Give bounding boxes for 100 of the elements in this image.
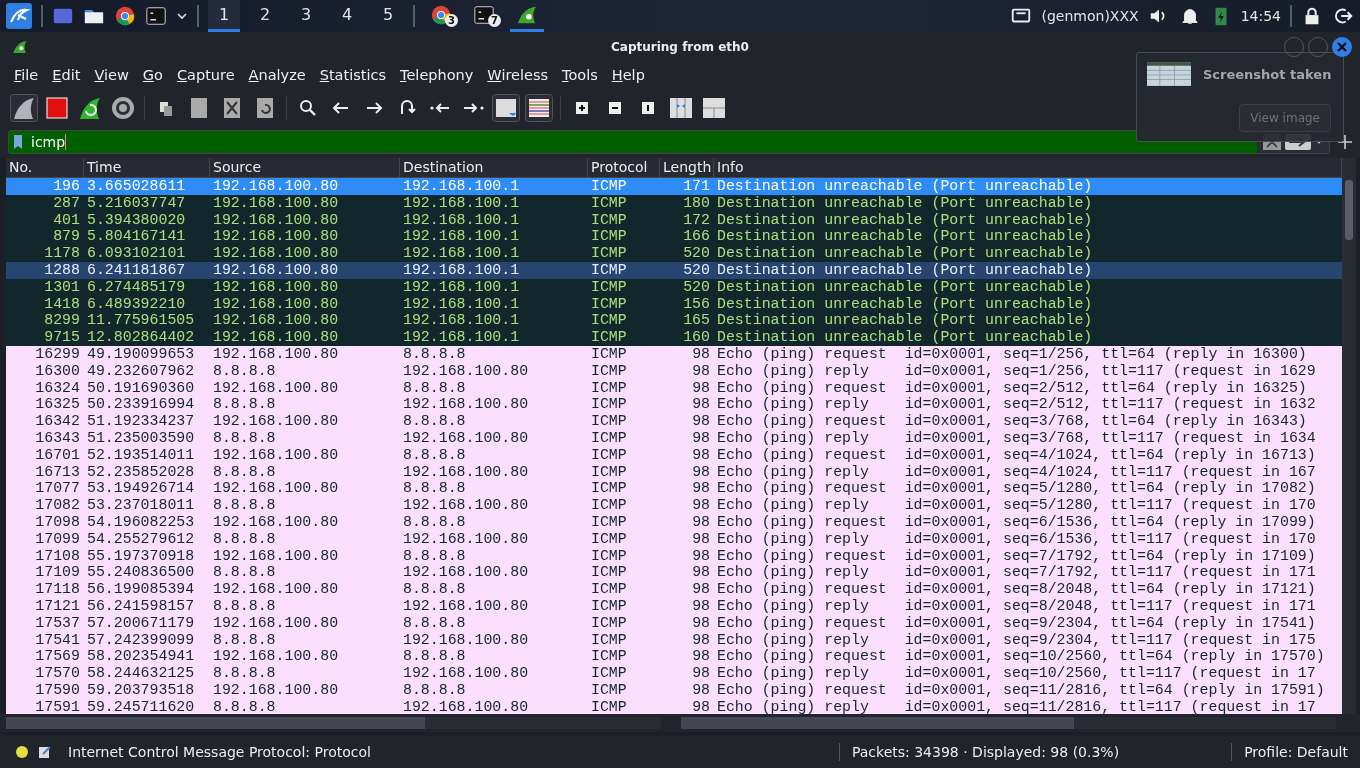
menu-item[interactable]: Go [135,67,170,83]
colored-lines-icon[interactable] [525,94,553,122]
table-cell-text: 287 [52,194,81,212]
packet-row[interactable]: 16325 50.233916994 8.8.8.8 192.168.100.80 ICMP 98 Echo (ping) reply id=0x0001, seq=2/512, ttl=117 (request in 1632 [6,396,1342,414]
table-cell-text: 98 [691,379,711,397]
packet-row[interactable]: 17570 58.244632125 8.8.8.8 192.168.100.80 ICMP 98 Echo (ping) reply id=0x0001, seq=10/2560, ttl=117 (request in 17 [6,665,1342,682]
table-cell-text: 8.8.8.8 [402,648,467,666]
shark-fin-icon [12,39,28,55]
table-cell-text: Destination unreachable (Port unreachable) [716,329,1094,346]
packet-row[interactable]: 8299 11.775961505 192.168.100.80 192.168.100.1 ICMP 165 Destination unreachable (Port unreachable) [6,312,1342,330]
table-cell-text: 196 [52,178,81,195]
table-cell-text: ICMP [590,581,628,598]
table-cell-text: 172 [682,211,711,229]
table-cell-text: 8.8.8.8 [212,362,277,380]
workspace-button[interactable]: 1 [208,0,240,32]
packet-row[interactable]: 17109 55.240836500 8.8.8.8 192.168.100.80 ICMP 98 Echo (ping) reply id=0x0001, seq=7/1792, ttl=117 (request in 171 [6,564,1342,582]
screenshot-thumbnail-icon [1147,62,1191,86]
packet-row[interactable]: 17077 53.194926714 192.168.100.80 8.8.8.8 ICMP 98 Echo (ping) request id=0x0001, seq=5/1280, ttl=64 (reply in 17082) [6,480,1342,498]
menu-item[interactable]: Statistics [312,67,394,83]
table-cell-text: 17109 [34,564,81,582]
close-icon[interactable] [1332,37,1352,57]
menu-item[interactable]: File [7,67,46,83]
column-header[interactable]: Destination [400,158,588,177]
table-cell-text: 5.804167141 [86,228,187,246]
table-cell-text: Echo (ping) request id=0x0001, seq=6/1536, ttl=64 (reply in 17099) [716,513,1317,531]
menu-item[interactable]: View [87,67,136,83]
table-cell-text: 192.168.100.80 [212,547,340,565]
menu-item[interactable]: Tools [555,67,605,83]
menu-item[interactable]: Capture [169,67,242,83]
dragon-logo-icon[interactable] [6,3,32,29]
add-filter-icon[interactable] [1338,135,1352,149]
packet-row[interactable]: 17118 56.199085394 192.168.100.80 8.8.8.8 ICMP 98 Echo (ping) request id=0x0001, seq=8/2048, ttl=64 (reply in 17121) [6,581,1342,598]
table-cell-text: 192.168.100.80 [212,681,340,699]
table-cell-text: ICMP [590,446,628,464]
packet-row[interactable]: 9715 12.802864402 192.168.100.80 192.168.100.1 ICMP 160 Destination unreachable (Port unreachable) [6,329,1342,346]
table-cell-text: 17570 [34,665,81,682]
table-cell-text: 6.274485179 [86,278,187,296]
settings-icon[interactable] [109,94,137,122]
workspace-button[interactable]: 3 [290,0,322,32]
table-cell-text: Echo (ping) request id=0x0001, seq=5/1280, ttl=64 (reply in 17082) [716,480,1317,498]
menu-item[interactable]: Wireless [480,67,556,83]
menu-item[interactable]: Edit [45,67,88,83]
packet-row[interactable]: 879 5.804167141 192.168.100.80 192.168.100.1 ICMP 166 Destination unreachable (Port unreachable) [6,228,1342,246]
table-cell-text: 49.232607962 [86,362,196,380]
menu-item[interactable]: Analyze [241,67,313,83]
table-cell-text: 98 [691,581,711,598]
status-dot-icon[interactable] [16,746,28,758]
table-cell-text: 166 [682,228,711,246]
table-cell-text: ICMP [590,194,628,212]
shark-fin-icon[interactable] [10,94,38,122]
table-cell-text: 520 [682,262,711,279]
packet-row[interactable]: 16342 51.192334237 192.168.100.80 8.8.8.8 ICMP 98 Echo (ping) request id=0x0001, seq=3/768, ttl=64 (reply in 16343) [6,413,1342,430]
menu-item[interactable]: Telephony [393,67,481,83]
packet-row[interactable]: 17569 58.202354941 192.168.100.80 8.8.8.8 ICMP 98 Echo (ping) request id=0x0001, seq=10/2560, ttl=64 (reply in 17570) [6,648,1342,666]
table-cell-text: 16299 [34,345,81,363]
packet-row[interactable]: 1178 6.093102101 192.168.100.80 192.168.100.1 ICMP 520 Destination unreachable (Port unreachable) [6,245,1342,262]
taskbar-app[interactable]: 7 [467,0,501,32]
profile-label[interactable]: Profile: Default [1244,744,1348,760]
table-cell-text: ICMP [590,597,628,615]
taskbar-app[interactable]: 3 [424,0,458,32]
column-header[interactable]: Protocol [588,158,660,177]
column-header[interactable]: Length [660,158,714,177]
table-cell-text: 17541 [34,631,81,649]
menu-item[interactable]: Help [604,67,652,83]
table-cell-text: 8.8.8.8 [212,429,277,447]
display-filter-field[interactable]: icmp [8,130,1330,154]
table-cell-text: Echo (ping) reply id=0x0001, seq=1/256, ttl=117 (request in 1629 [716,362,1317,380]
column-header[interactable]: No. [6,158,84,177]
table-cell-text: ICMP [590,631,628,649]
table-cell-text: 192.168.100.1 [402,228,521,246]
clock: 14:54 [1240,8,1281,24]
terminal-icon[interactable] [145,5,167,27]
list-icon[interactable] [492,94,520,122]
chevron-down-icon[interactable] [176,10,188,22]
column-header[interactable]: Source [210,158,400,177]
table-cell-text: ICMP [590,614,628,632]
table-cell-text: 8.8.8.8 [212,497,277,514]
table-cell-text: 55.197370918 [86,547,196,565]
table-cell-text: 192.168.100.1 [402,245,521,262]
horizontal-scrollbar[interactable] [6,717,661,729]
packet-row[interactable]: 17082 53.237018011 8.8.8.8 192.168.100.80 ICMP 98 Echo (ping) reply id=0x0001, seq=5/1280, ttl=117 (request in 170 [6,497,1342,514]
edit-note-icon[interactable] [38,745,52,759]
stop-icon[interactable] [43,94,71,122]
workspace-button[interactable]: 5 [372,0,404,32]
vertical-scrollbar[interactable] [1342,158,1356,714]
table-cell-text: 192.168.100.80 [212,278,340,296]
table-cell-text: 192.168.100.1 [402,312,521,330]
bookmark-icon[interactable] [13,134,23,150]
table-cell-text: 192.168.100.1 [402,211,521,229]
browser-icon[interactable] [114,5,136,27]
column-header[interactable]: Time [84,158,210,177]
table-cell-text: 8.8.8.8 [212,698,277,714]
table-cell-text: 6.489392210 [86,295,187,313]
horizontal-scrollbar[interactable] [681,717,1336,729]
table-cell-text: 192.168.100.1 [402,329,521,346]
workspace-button[interactable]: 4 [331,0,363,32]
table-cell-text: 98 [691,362,711,380]
workspace-button[interactable]: 2 [249,0,281,32]
table-cell-text: 8.8.8.8 [402,446,467,464]
table-cell-text: 192.168.100.80 [212,446,340,464]
